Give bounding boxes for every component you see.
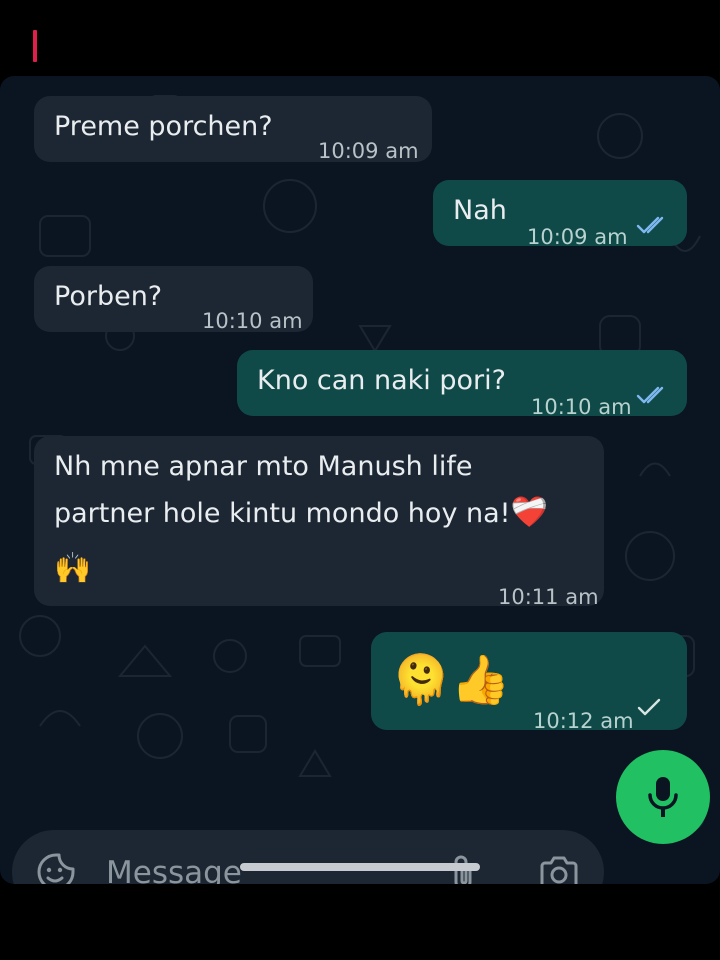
message-text-line-1: Nh mne apnar mto Manush life (54, 451, 473, 482)
message-composer (12, 830, 604, 884)
message-time: 10:10 am (531, 395, 632, 419)
message-text: Nah (453, 195, 507, 226)
message-bubble-incoming[interactable]: Porben? 10:10 am (34, 266, 313, 333)
mic-icon (648, 777, 678, 817)
message-bubble-outgoing[interactable]: Kno can naki pori? 10:10 am (237, 350, 687, 419)
sticker-icon[interactable] (36, 852, 76, 884)
message-text: Preme porchen? (54, 111, 273, 142)
home-indicator[interactable] (240, 863, 480, 871)
chat-area[interactable]: Preme porchen? 10:09 am Nah 10:09 am Por… (0, 76, 720, 884)
message-text: Porben? (54, 281, 163, 312)
message-time: 10:09 am (527, 225, 628, 249)
double-check-read-icon (636, 216, 664, 234)
message-bubble-outgoing[interactable]: Nah 10:09 am (433, 180, 687, 249)
message-time: 10:10 am (202, 309, 303, 333)
single-check-sent-icon (637, 698, 661, 716)
message-time: 10:11 am (498, 585, 599, 609)
voice-message-button[interactable] (616, 750, 710, 844)
message-emojis: 🫠👍 (391, 652, 511, 708)
camera-icon[interactable] (538, 854, 580, 884)
message-bubble-incoming[interactable]: Nh mne apnar mto Manush life partner hol… (34, 436, 604, 609)
message-bubble-incoming[interactable]: Preme porchen? 10:09 am (34, 96, 432, 163)
message-time: 10:12 am (533, 709, 634, 733)
screen-record-indicator (33, 30, 37, 62)
message-bubble-outgoing[interactable]: 🫠👍 10:12 am (371, 632, 687, 733)
message-text: Kno can naki pori? (257, 365, 506, 396)
message-text-line-2-content: partner hole kintu mondo hoy na! (54, 498, 511, 529)
raising-hands-emoji: 🙌 (54, 551, 92, 586)
mending-heart-emoji: ❤️‍🩹 (510, 495, 548, 530)
message-time: 10:09 am (318, 139, 419, 163)
message-text-line-2: partner hole kintu mondo hoy na!❤️‍🩹 (54, 490, 548, 537)
double-check-read-icon (636, 386, 664, 404)
